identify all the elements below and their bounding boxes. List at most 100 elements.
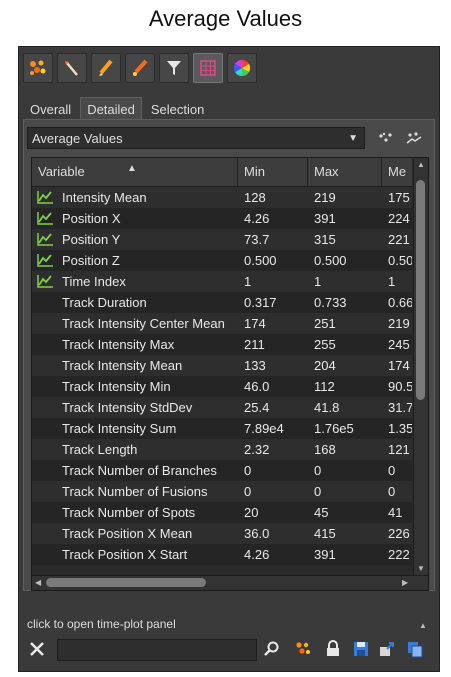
plot-icon[interactable] <box>36 273 54 289</box>
cell-mean: 219 <box>388 316 410 331</box>
color-wheel-icon <box>233 59 251 77</box>
collapse-up-icon[interactable]: ▲ <box>419 621 427 630</box>
horizontal-scroll-thumb[interactable] <box>46 578 206 587</box>
column-header-label: Variable <box>38 164 85 179</box>
search-input[interactable] <box>57 639 257 661</box>
tools-button[interactable] <box>25 637 49 661</box>
cell-max: 219 <box>314 190 336 205</box>
cell-min: 20 <box>244 505 259 520</box>
table-row[interactable]: Track Intensity Max 211 255 245 <box>32 334 412 355</box>
statistics-select[interactable]: Average Values ▼ <box>27 127 365 149</box>
spots-icon <box>30 60 46 75</box>
plot-icon[interactable] <box>36 252 54 268</box>
figure-caption: Average Values <box>148 6 303 31</box>
table-row[interactable]: Track Intensity StdDev 25.4 41.8 31.7 <box>32 397 412 418</box>
cell-variable: Track Length <box>62 442 138 457</box>
table-row[interactable]: Track Intensity Min 46.0 112 90.5 <box>32 376 412 397</box>
column-header-variable[interactable]: Variable ▲ <box>32 158 238 186</box>
cell-max: 315 <box>314 232 336 247</box>
cell-min: 0 <box>244 463 252 478</box>
cell-mean: 174 <box>388 358 410 373</box>
cell-variable: Track Duration <box>62 295 147 310</box>
cell-variable: Position Z <box>62 253 120 268</box>
horizontal-scrollbar[interactable]: ◀ ▶ <box>32 575 428 590</box>
cell-max: 45 <box>314 505 329 520</box>
grid-button[interactable] <box>193 53 223 83</box>
export-button[interactable] <box>375 637 399 661</box>
sort-ascending-icon: ▲ <box>127 163 137 174</box>
table-row[interactable]: Time Index 1 1 1 <box>32 271 412 292</box>
scroll-up-icon[interactable]: ▲ <box>417 160 425 169</box>
plot-icon[interactable] <box>36 210 54 226</box>
cell-min: 73.7 <box>244 232 270 247</box>
table-body: Intensity Mean 128 219 175 Position X 4.26 391… <box>32 187 412 565</box>
filter-button[interactable] <box>159 53 189 83</box>
lock-button[interactable] <box>321 637 345 661</box>
save-icon <box>354 642 368 656</box>
cell-variable: Track Number of Branches <box>62 463 217 478</box>
cell-max: 1 <box>314 274 322 289</box>
pen-icon <box>133 59 148 76</box>
scatter-icon <box>379 132 392 142</box>
table-row[interactable]: Track Intensity Sum 7.89e4 1.76e5 1.35 <box>32 418 412 439</box>
column-header-mean[interactable]: Me <box>382 158 412 186</box>
cell-min: 25.4 <box>244 400 270 415</box>
table-row[interactable]: Track Number of Branches 0 0 0 <box>32 460 412 481</box>
search-button[interactable] <box>259 637 283 661</box>
spots-button[interactable] <box>23 53 53 83</box>
table-row[interactable]: Intensity Mean 128 219 175 <box>32 187 412 208</box>
table-row[interactable]: Position Y 73.7 315 221 <box>32 229 412 250</box>
table-row[interactable]: Track Number of Spots 20 45 41 <box>32 502 412 523</box>
column-header-max[interactable]: Max <box>308 158 382 186</box>
table-row[interactable]: Track Position X Start 4.26 391 222 <box>32 544 412 565</box>
scatter-plot-button[interactable] <box>375 127 397 149</box>
column-header-min[interactable]: Min <box>238 158 308 186</box>
table-row[interactable]: Track Position X Mean 36.0 415 226 <box>32 523 412 544</box>
table-row[interactable]: Track Intensity Mean 133 204 174 <box>32 355 412 376</box>
table-row[interactable]: Position Z 0.500 0.500 0.50 <box>32 250 412 271</box>
scroll-left-icon[interactable]: ◀ <box>35 578 41 587</box>
cell-mean: 221 <box>388 232 410 247</box>
cell-variable: Track Intensity Sum <box>62 421 177 436</box>
wand-button[interactable] <box>57 53 87 83</box>
cell-mean: 1 <box>388 274 396 289</box>
cell-mean: 1.35 <box>388 421 412 436</box>
cell-mean: 121 <box>388 442 410 457</box>
search-icon <box>264 641 279 656</box>
table-row[interactable]: Track Length 2.32 168 121 <box>32 439 412 460</box>
vertical-scrollbar[interactable]: ▲ ▼ <box>413 158 428 575</box>
cell-mean: 226 <box>388 526 410 541</box>
pen-button[interactable] <box>125 53 155 83</box>
cell-min: 211 <box>244 337 265 352</box>
pencil-button[interactable] <box>91 53 121 83</box>
cell-mean: 31.7 <box>388 400 412 415</box>
cell-variable: Track Intensity Mean <box>62 358 183 373</box>
table-row[interactable]: Track Intensity Center Mean 174 251 219 <box>32 313 412 334</box>
table-row[interactable]: Track Duration 0.317 0.733 0.66 <box>32 292 412 313</box>
copy-button[interactable] <box>403 637 427 661</box>
color-wheel-button[interactable] <box>227 53 257 83</box>
cell-mean: 0.66 <box>388 295 412 310</box>
table-header: Variable ▲ Min Max Me <box>32 158 412 187</box>
cell-max: 0.733 <box>314 295 347 310</box>
spots-button-bottom[interactable] <box>291 637 315 661</box>
cell-variable: Position X <box>62 211 121 226</box>
cell-mean: 41 <box>388 505 403 520</box>
vertical-scroll-thumb[interactable] <box>416 180 425 400</box>
cell-variable: Track Position X Start <box>62 547 188 562</box>
tools-icon <box>30 642 44 656</box>
save-button[interactable] <box>349 637 373 661</box>
cell-variable: Position Y <box>62 232 121 247</box>
status-text[interactable]: click to open time-plot panel <box>27 617 176 631</box>
table-row[interactable]: Track Number of Fusions 0 0 0 <box>32 481 412 502</box>
scroll-right-icon[interactable]: ▶ <box>402 578 408 587</box>
plot-icon[interactable] <box>36 189 54 205</box>
copy-icon <box>408 642 423 658</box>
histogram-button[interactable] <box>403 127 425 149</box>
cell-mean: 0.50 <box>388 253 412 268</box>
scroll-down-icon[interactable]: ▼ <box>417 564 425 573</box>
cell-min: 128 <box>244 190 266 205</box>
cell-max: 112 <box>314 379 335 394</box>
plot-icon[interactable] <box>36 231 54 247</box>
table-row[interactable]: Position X 4.26 391 224 <box>32 208 412 229</box>
